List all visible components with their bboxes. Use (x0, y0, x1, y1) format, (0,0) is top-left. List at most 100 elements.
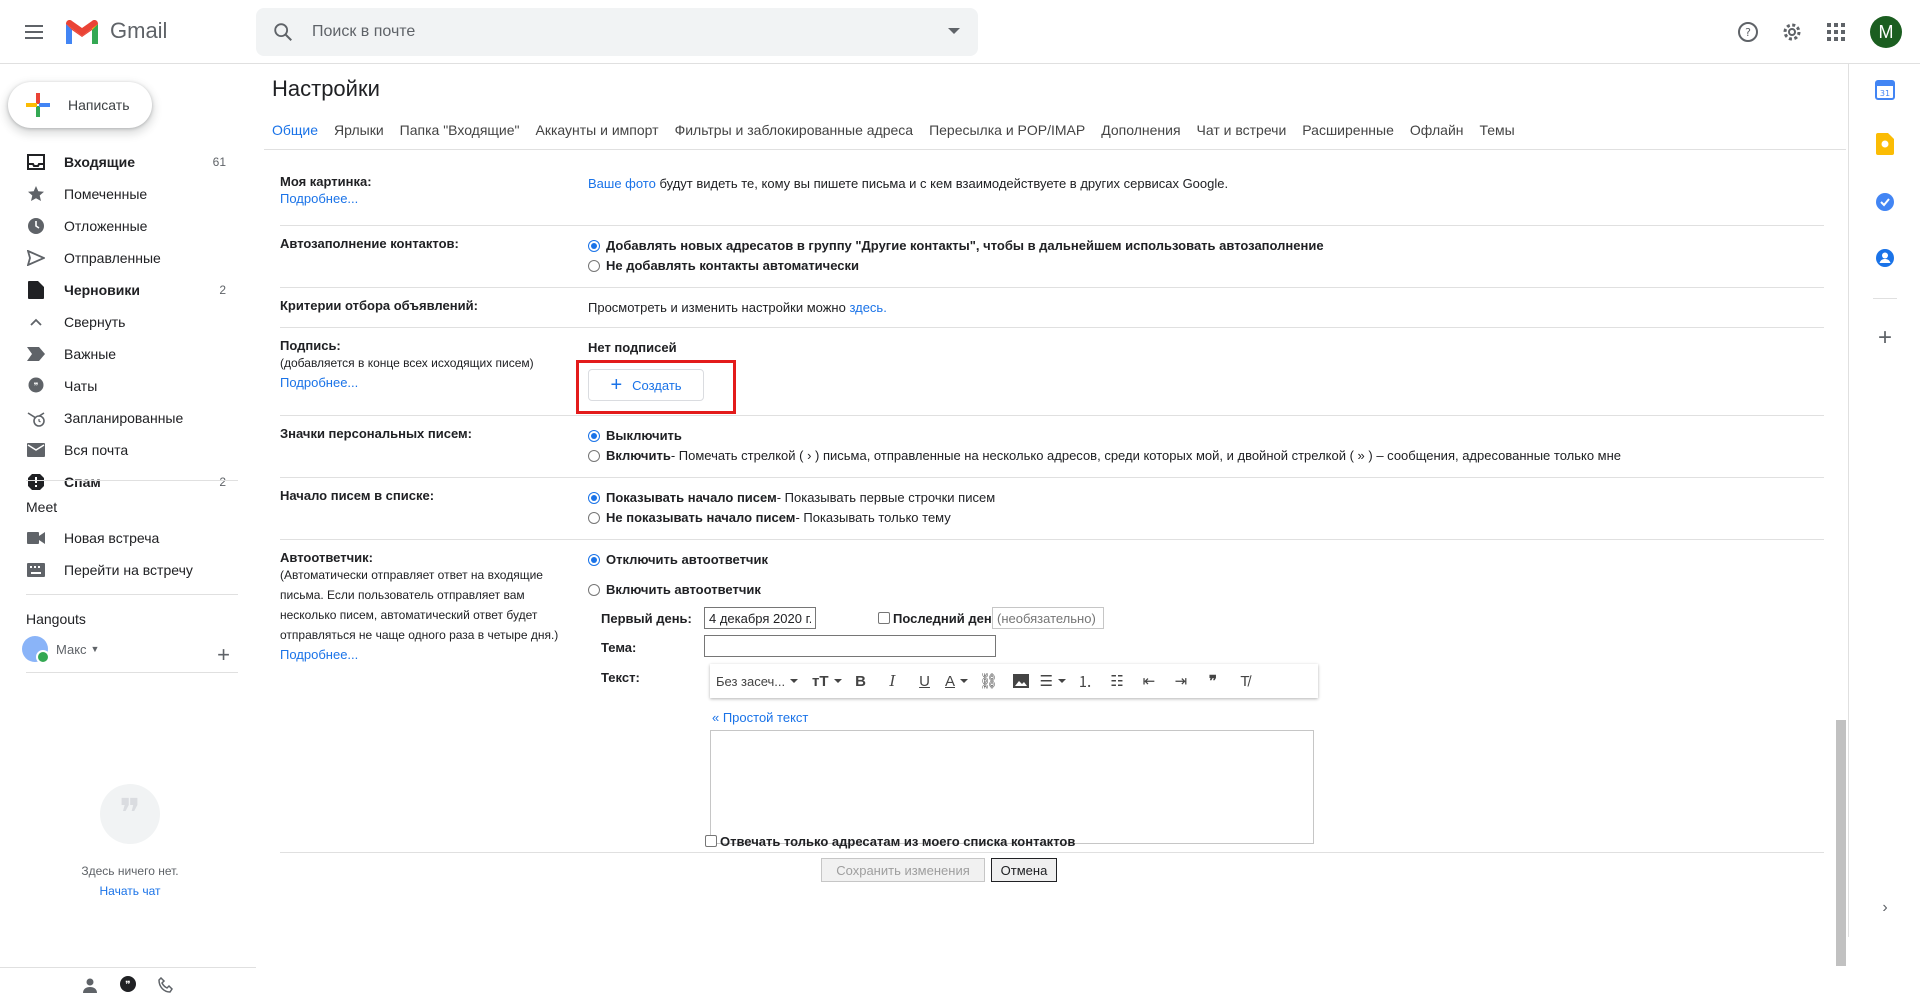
account-avatar[interactable]: M (1870, 16, 1902, 48)
ads-here-link[interactable]: здесь (849, 300, 883, 315)
personal-on-radio[interactable]: Включить - Помечать стрелкой ( › ) письм… (588, 446, 1621, 466)
divider (1873, 298, 1897, 299)
contacts-only-checkbox[interactable]: Отвечать только адресатам из моего списк… (705, 834, 1075, 849)
settings-panel: Моя картинка: Подробнее... Ваше фото буду… (280, 164, 1824, 937)
autocomplete-add-radio[interactable]: Добавлять новых адресатов в группу "Друг… (588, 236, 1324, 256)
hangouts-user[interactable]: Макс ▼ (0, 634, 240, 664)
start-chat-link[interactable]: Начать чат (0, 884, 260, 898)
snippets-show-label: Показывать начало писем (606, 490, 777, 505)
settings-gear-icon[interactable] (1772, 12, 1812, 52)
add-addon-icon[interactable]: + (1873, 324, 1897, 351)
inbox-icon (26, 152, 46, 172)
help-icon[interactable]: ? (1728, 12, 1768, 52)
sidebar-item-label: Свернуть (64, 314, 126, 330)
gmail-logo[interactable]: Gmail (64, 18, 167, 44)
save-changes-button[interactable]: Сохранить изменения (821, 858, 985, 882)
signature-more-link[interactable]: Подробнее... (280, 373, 580, 393)
sidebar-item-count: 61 (212, 155, 226, 169)
tasks-icon[interactable] (1873, 190, 1897, 214)
vacation-off-radio[interactable]: Отключить автоответчик (588, 550, 768, 570)
keep-icon[interactable] (1873, 132, 1897, 156)
hangouts-icon[interactable]: ❞ (118, 975, 138, 995)
sidebar-item-8[interactable]: Запланированные (0, 402, 240, 434)
add-chat-icon[interactable]: + (217, 642, 230, 668)
sidebar-item-9[interactable]: Вся почта (0, 434, 240, 466)
person-icon[interactable] (80, 975, 100, 995)
quote-icon[interactable]: ❞ (1200, 669, 1226, 693)
compose-button[interactable]: Написать (8, 82, 152, 128)
italic-icon[interactable]: I (880, 669, 906, 693)
link-icon[interactable]: ⛓ (976, 669, 1002, 693)
personal-off-radio[interactable]: Выключить (588, 426, 1621, 446)
font-select[interactable]: Без засеч... (716, 669, 806, 693)
tab-7[interactable]: Чат и встречи (1197, 110, 1287, 150)
tab-0[interactable]: Общие (272, 110, 318, 150)
tab-4[interactable]: Фильтры и заблокированные адреса (675, 110, 914, 150)
autocomplete-none-radio[interactable]: Не добавлять контакты автоматически (588, 256, 1324, 276)
your-photo-link[interactable]: Ваше фото (588, 176, 656, 191)
first-day-input[interactable] (704, 607, 816, 629)
sidebar-item-5[interactable]: Свернуть (0, 306, 240, 338)
sidebar-item-0[interactable]: Входящие 61 (0, 146, 240, 178)
last-day-input[interactable] (992, 607, 1104, 629)
vacation-more-link[interactable]: Подробнее... (280, 645, 576, 665)
sidebar-item-7[interactable]: ❞ Чаты (0, 370, 240, 402)
my-picture-more-link[interactable]: Подробнее... (280, 189, 580, 209)
snippets-show-radio[interactable]: Показывать начало писем - Показывать пер… (588, 488, 995, 508)
scrollbar[interactable] (1836, 720, 1846, 966)
remove-formatting-icon[interactable]: T̸ (1232, 669, 1258, 693)
font-label: Без засеч... (716, 673, 786, 689)
snippets-hide-radio[interactable]: Не показывать начало писем - Показывать … (588, 508, 995, 528)
join-meeting-item[interactable]: Перейти на встречу (0, 554, 240, 586)
plain-text-link[interactable]: « Простой текст (712, 710, 808, 725)
save-divider (280, 852, 1824, 853)
sidebar-item-1[interactable]: Помеченные (0, 178, 240, 210)
indent-less-icon[interactable]: ⇤ (1136, 669, 1162, 693)
phone-icon[interactable] (156, 975, 176, 995)
tab-2[interactable]: Папка "Входящие" (400, 110, 520, 150)
sidebar-item-4[interactable]: Черновики 2 (0, 274, 240, 306)
contacts-only-label: Отвечать только адресатам из моего списк… (720, 834, 1076, 849)
sidebar: Написать Входящие 61 Помеченные Отложенные О… (0, 64, 256, 993)
indent-more-icon[interactable]: ⇥ (1168, 669, 1194, 693)
sidebar-item-2[interactable]: Отложенные (0, 210, 240, 242)
new-meeting-item[interactable]: Новая встреча (0, 522, 240, 554)
vacation-on-radio[interactable]: Включить автоответчик (588, 580, 768, 600)
bulleted-list-icon[interactable]: ☷ (1104, 669, 1130, 693)
vacation-text-area[interactable] (710, 730, 1314, 844)
divider (26, 672, 238, 673)
meet-title: Meet (26, 499, 58, 515)
tab-9[interactable]: Офлайн (1410, 110, 1464, 150)
tab-5[interactable]: Пересылка и POP/IMAP (929, 110, 1085, 150)
tab-6[interactable]: Дополнения (1101, 110, 1180, 150)
tab-10[interactable]: Темы (1480, 110, 1515, 150)
tab-3[interactable]: Аккаунты и импорт (536, 110, 659, 150)
main-menu-icon[interactable] (18, 16, 50, 48)
sidebar-item-3[interactable]: Отправленные (0, 242, 240, 274)
tab-8[interactable]: Расширенные (1302, 110, 1394, 150)
text-color-icon[interactable]: A (944, 669, 970, 693)
mail-icon (26, 440, 46, 460)
calendar-icon[interactable]: 31 (1873, 78, 1897, 102)
subject-input[interactable] (704, 635, 996, 657)
subject-label: Тема: (601, 640, 637, 655)
important-icon (26, 344, 46, 364)
search-options-icon[interactable] (948, 28, 960, 34)
cancel-button[interactable]: Отмена (991, 858, 1057, 882)
empty-chat: ❞ Здесь ничего нет. Начать чат (0, 784, 260, 898)
search-icon[interactable] (272, 21, 294, 43)
contacts-icon[interactable] (1873, 246, 1897, 270)
underline-icon[interactable]: U (912, 669, 938, 693)
apps-grid-icon[interactable] (1816, 12, 1856, 52)
sidebar-item-6[interactable]: Важные (0, 338, 240, 370)
tab-1[interactable]: Ярлыки (334, 110, 384, 150)
align-icon[interactable]: ☰ (1040, 669, 1066, 693)
chevron-up-icon (26, 312, 46, 332)
bold-icon[interactable]: B (848, 669, 874, 693)
image-icon[interactable] (1008, 669, 1034, 693)
last-day-checkbox[interactable]: Последний день: (878, 611, 1004, 626)
font-size-icon[interactable]: тT (812, 669, 842, 693)
search-input[interactable] (312, 20, 912, 44)
numbered-list-icon[interactable]: ⒈ (1072, 669, 1098, 693)
chevron-right-icon[interactable]: › (1873, 896, 1897, 920)
